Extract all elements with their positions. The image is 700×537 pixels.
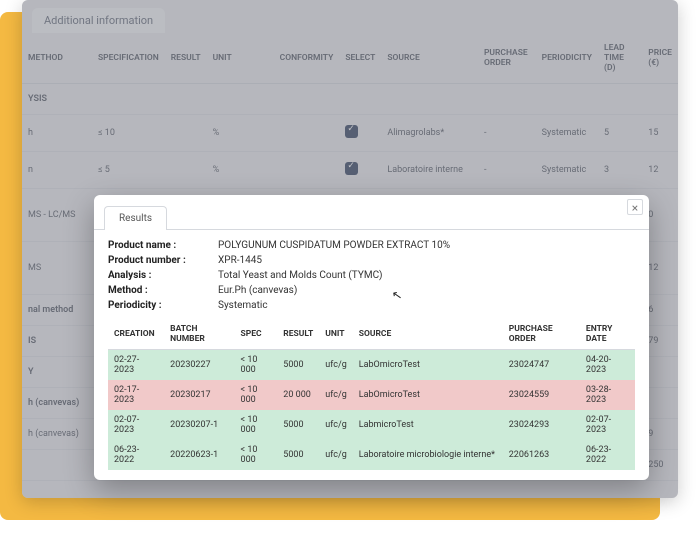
tab-results[interactable]: Results [104, 206, 167, 230]
result-row[interactable]: 02-17-202320230217< 10 00020 000ufc/gLab… [108, 380, 635, 410]
close-icon[interactable]: × [627, 199, 643, 215]
analysis-value: Total Yeast and Molds Count (TYMC) [218, 270, 635, 281]
product-number-label: Product number : [108, 255, 218, 266]
col-batch: BATCH NUMBER [164, 319, 234, 350]
result-row[interactable]: 06-23-202220220623-1< 10 0005000ufc/gLab… [108, 440, 635, 470]
results-modal: × Results Product name : POLYGUNUM CUSPI… [94, 195, 649, 480]
col-unit: UNIT [319, 319, 352, 350]
result-row[interactable]: 02-27-202320230227< 10 0005000ufc/gLabOm… [108, 350, 635, 381]
result-row[interactable]: 02-07-202320230207-1< 10 0005000ufc/gLab… [108, 410, 635, 440]
cursor-icon: ↖ [391, 287, 403, 303]
periodicity-value: Systematic [218, 300, 635, 311]
col-source: SOURCE [353, 319, 503, 350]
analysis-label: Analysis : [108, 270, 218, 281]
results-table: CREATION BATCH NUMBER SPEC RESULT UNIT S… [108, 319, 635, 470]
method-label: Method : [108, 285, 218, 296]
col-spec: SPEC [235, 319, 278, 350]
col-po: PURCHASE ORDER [503, 319, 580, 350]
product-name-value: POLYGUNUM CUSPIDATUM POWDER EXTRACT 10% [218, 240, 635, 251]
col-result: RESULT [277, 319, 319, 350]
periodicity-label: Periodicity : [108, 300, 218, 311]
product-name-label: Product name : [108, 240, 218, 251]
method-value: Eur.Ph (canvevas) [218, 285, 635, 296]
modal-tab-strip: Results [94, 195, 649, 229]
col-creation: CREATION [108, 319, 164, 350]
modal-meta: Product name : POLYGUNUM CUSPIDATUM POWD… [108, 240, 635, 311]
product-number-value: XPR-1445 [218, 255, 635, 266]
col-entry: ENTRY DATE [580, 319, 635, 350]
